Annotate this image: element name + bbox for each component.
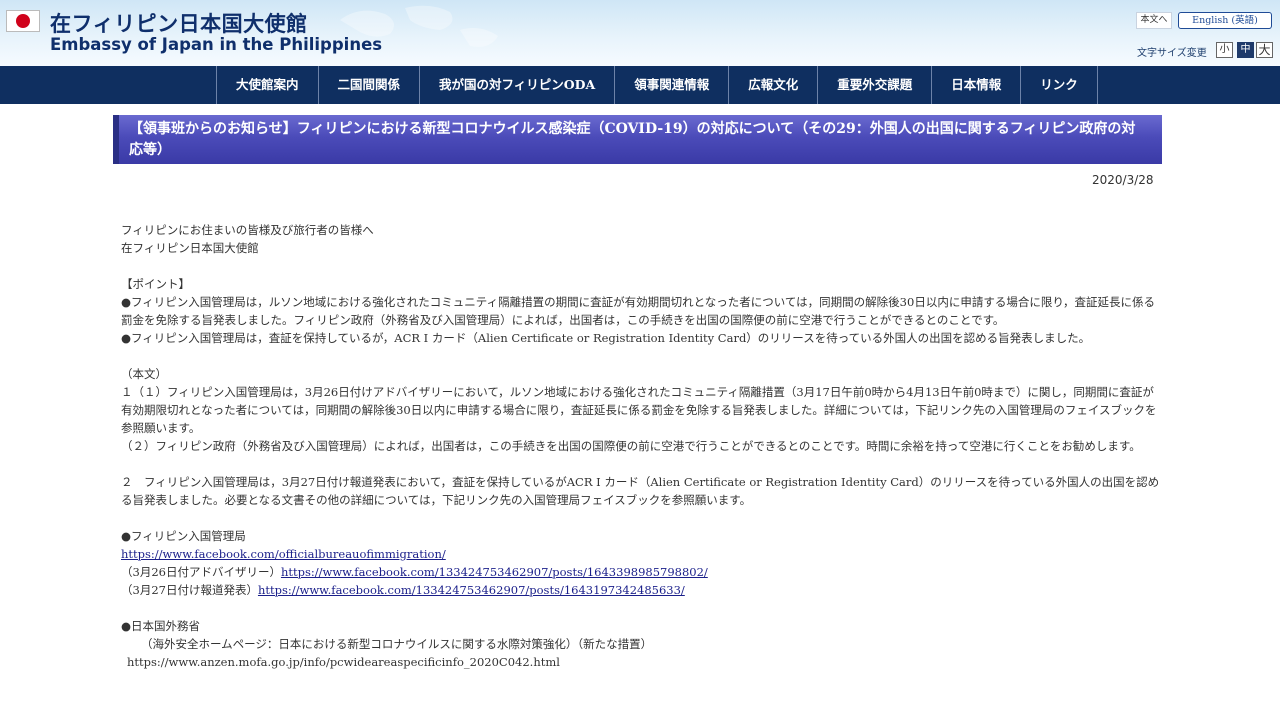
japan-flag-icon <box>6 10 40 32</box>
bi-heading: ●フィリピン入国管理局 <box>121 529 246 543</box>
body-paragraph: ２ フィリピン入国管理局は，3月27日付け報道発表において，査証を保持しているが… <box>121 475 1160 507</box>
points-heading: 【ポイント】 <box>121 277 190 291</box>
article-date: 2020/3/28 <box>1092 173 1154 187</box>
article-title: 【領事班からのお知らせ】フィリピンにおける新型コロナウイルス感染症（COVID-… <box>113 115 1162 164</box>
main-navigation: 大使館案内 二国間関係 我が国の対フィリピンODA 領事関連情報 広報文化 重要… <box>0 66 1280 104</box>
nav-item-embassy-info[interactable]: 大使館案内 <box>216 66 318 104</box>
mofa-heading: ●日本国外務省 <box>121 619 201 633</box>
nav-item-consular-info[interactable]: 領事関連情報 <box>614 66 728 104</box>
greeting-line: フィリピンにお住まいの皆様及び旅行者の皆様へ <box>121 223 374 237</box>
mofa-description: （海外安全ホームページ：日本における新型コロナウイルスに関する水際対策強化）（新… <box>141 637 653 651</box>
nav-item-japan-info[interactable]: 日本情報 <box>931 66 1020 104</box>
mofa-url: https://www.anzen.mofa.go.jp/info/pcwide… <box>127 655 560 669</box>
nav-item-links[interactable]: リンク <box>1020 66 1098 104</box>
article-body: フィリピンにお住まいの皆様及び旅行者の皆様へ 在フィリピン日本国大使館 【ポイン… <box>121 221 1161 671</box>
press-release-label: （3月27日付け報道発表） <box>121 583 258 597</box>
font-size-small-button[interactable]: 小 <box>1216 42 1233 58</box>
nav-item-culture[interactable]: 広報文化 <box>728 66 817 104</box>
advisory-link[interactable]: https://www.facebook.com/133424753462907… <box>281 565 708 579</box>
body-paragraph: （２）フィリピン政府（外務省及び入国管理局）によれば，出国者は，この手続きを出国… <box>121 439 1141 453</box>
world-map-graphic <box>340 5 498 47</box>
bi-facebook-link[interactable]: https://www.facebook.com/officialbureauo… <box>121 547 446 561</box>
skip-to-content-button[interactable]: 本文へ <box>1136 12 1172 29</box>
nav-item-diplomatic-issues[interactable]: 重要外交課題 <box>817 66 931 104</box>
site-title-english[interactable]: Embassy of Japan in the Philippines <box>50 35 382 54</box>
point-item: ●フィリピン入国管理局は，査証を保持しているが，ACR I カード（Alien … <box>121 331 1091 345</box>
point-item: ●フィリピン入国管理局は，ルソン地域における強化されたコミュニティ隔離措置の期間… <box>121 295 1156 327</box>
nav-item-bilateral-relations[interactable]: 二国間関係 <box>317 66 420 104</box>
body-heading: （本文） <box>121 367 167 381</box>
font-size-label: 文字サイズ変更 <box>1137 48 1207 59</box>
site-title-japanese[interactable]: 在フィリピン日本国大使館 <box>50 8 308 38</box>
font-size-medium-button[interactable]: 中 <box>1237 42 1254 58</box>
press-release-link[interactable]: https://www.facebook.com/133424753462907… <box>258 583 685 597</box>
nav-item-oda[interactable]: 我が国の対フィリピンODA <box>419 66 614 104</box>
body-paragraph: １（１）フィリピン入国管理局は，3月26日付けアドバイザリーにおいて，ルソン地域… <box>121 385 1157 435</box>
advisory-label: （3月26日付アドバイザリー） <box>121 565 281 579</box>
english-language-button[interactable]: English (英語) <box>1178 12 1272 29</box>
site-header: 在フィリピン日本国大使館 Embassy of Japan in the Phi… <box>0 0 1280 66</box>
font-size-large-button[interactable]: 大 <box>1256 42 1273 58</box>
sender-line: 在フィリピン日本国大使館 <box>121 241 259 255</box>
